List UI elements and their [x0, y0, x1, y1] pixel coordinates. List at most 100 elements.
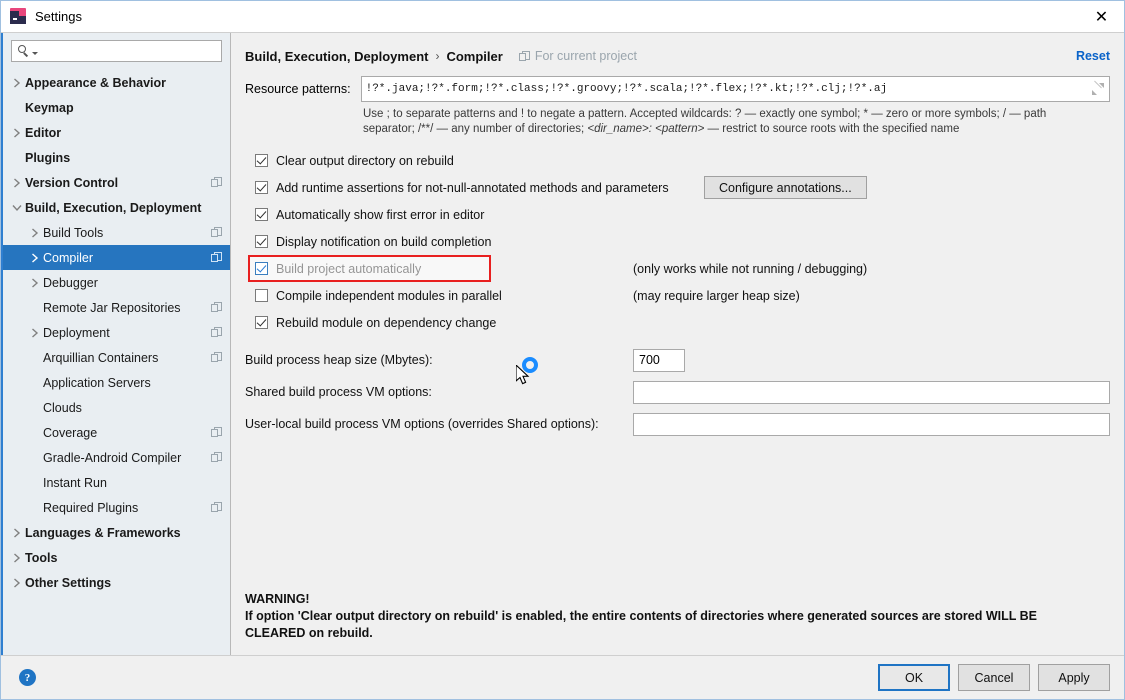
sidebar-item-editor[interactable]: Editor	[3, 120, 230, 145]
resource-patterns-help: Use ; to separate patterns and ! to nega…	[363, 107, 1103, 137]
project-scope-icon	[211, 227, 222, 238]
chevron-right-icon[interactable]	[27, 277, 43, 288]
option-row-compile-independent-modules-in-parallel[interactable]: Compile independent modules in parallel (…	[245, 282, 1110, 309]
sidebar-item-arquillian-containers[interactable]: Arquillian Containers	[3, 345, 230, 370]
sidebar-item-build-execution-deployment[interactable]: Build, Execution, Deployment	[3, 195, 230, 220]
warning-body: If option 'Clear output directory on reb…	[245, 609, 1037, 640]
checkbox-label-build-project-automatically[interactable]: Build project automatically	[276, 262, 421, 276]
checkbox-clear-output-directory-on-rebuild[interactable]	[255, 154, 268, 167]
checkbox-label-compile-independent-modules-in-parallel[interactable]: Compile independent modules in parallel	[276, 289, 502, 303]
sidebar-item-label: Clouds	[43, 400, 82, 415]
title-bar: Settings ✕	[1, 1, 1124, 32]
checkbox-label-rebuild-module-on-dependency-change[interactable]: Rebuild module on dependency change	[276, 316, 496, 330]
sidebar-item-label: Application Servers	[43, 375, 151, 390]
sidebar-item-deployment[interactable]: Deployment	[3, 320, 230, 345]
sidebar-item-remote-jar-repositories[interactable]: Remote Jar Repositories	[3, 295, 230, 320]
help-line-2: separator; /**/ — any number of director…	[363, 122, 1103, 137]
sidebar-item-languages-frameworks[interactable]: Languages & Frameworks	[3, 520, 230, 545]
option-row-add-runtime-assertions-for-not-null-annotated-methods-and-parameters[interactable]: Add runtime assertions for not-null-anno…	[245, 174, 1110, 201]
sidebar-item-label: Appearance & Behavior	[25, 75, 167, 90]
sidebar-item-compiler[interactable]: Compiler	[3, 245, 230, 270]
reset-link[interactable]: Reset	[1076, 49, 1110, 63]
expand-icon[interactable]	[1089, 80, 1107, 98]
sidebar-item-appearance-behavior[interactable]: Appearance & Behavior	[3, 70, 230, 95]
sidebar-item-build-tools[interactable]: Build Tools	[3, 220, 230, 245]
sidebar-item-label: Compiler	[43, 250, 94, 265]
chevron-right-icon[interactable]	[27, 227, 43, 238]
option-row-clear-output-directory-on-rebuild[interactable]: Clear output directory on rebuild	[245, 147, 1110, 174]
sidebar-item-application-servers[interactable]: Application Servers	[3, 370, 230, 395]
checkbox-label-add-runtime-assertions-for-not-null-annotated-methods-and-parameters[interactable]: Add runtime assertions for not-null-anno…	[276, 181, 669, 195]
project-scope-label: For current project	[534, 49, 637, 63]
chevron-right-icon[interactable]	[9, 77, 25, 88]
checkbox-label-automatically-show-first-error-in-editor[interactable]: Automatically show first error in editor	[276, 208, 484, 222]
resource-patterns-label: Resource patterns:	[245, 82, 351, 96]
chevron-down-icon[interactable]	[32, 51, 38, 55]
input-build-process-heap-size[interactable]: 700	[633, 348, 685, 372]
checkbox-add-runtime-assertions-for-not-null-annotated-methods-and-parameters[interactable]	[255, 181, 268, 194]
option-row-rebuild-module-on-dependency-change[interactable]: Rebuild module on dependency change	[245, 309, 1110, 336]
chevron-right-icon[interactable]	[9, 127, 25, 138]
help-line-2-italic: <dir_name>: <pattern>	[587, 123, 705, 135]
sidebar-item-label: Debugger	[43, 275, 98, 290]
sidebar-item-instant-run[interactable]: Instant Run	[3, 470, 230, 495]
chevron-right-icon[interactable]	[9, 577, 25, 588]
chevron-right-icon[interactable]	[9, 527, 25, 538]
sidebar-item-other-settings[interactable]: Other Settings	[3, 570, 230, 595]
apply-button[interactable]: Apply	[1038, 664, 1110, 691]
checkbox-build-project-automatically[interactable]	[255, 262, 268, 275]
help-line-1: Use ; to separate patterns and ! to nega…	[363, 108, 1047, 120]
chevron-right-icon[interactable]	[27, 252, 43, 263]
breadcrumb: Build, Execution, Deployment › Compiler …	[245, 41, 1110, 71]
checkbox-label-display-notification-on-build-completion[interactable]: Display notification on build completion	[276, 235, 491, 249]
sidebar-item-tools[interactable]: Tools	[3, 545, 230, 570]
sidebar-item-required-plugins[interactable]: Required Plugins	[3, 495, 230, 520]
sidebar-item-gradle-android-compiler[interactable]: Gradle-Android Compiler	[3, 445, 230, 470]
sidebar-item-debugger[interactable]: Debugger	[3, 270, 230, 295]
breadcrumb-root[interactable]: Build, Execution, Deployment	[245, 49, 428, 64]
search-box[interactable]	[11, 40, 222, 62]
checkbox-automatically-show-first-error-in-editor[interactable]	[255, 208, 268, 221]
settings-tree: Appearance & Behavior Keymap Editor Plugins…	[3, 68, 230, 655]
sidebar-item-label: Coverage	[43, 425, 98, 440]
field-row-user-local-build-process-vm-options: User-local build process VM options (ove…	[245, 408, 1110, 440]
sidebar-item-plugins[interactable]: Plugins	[3, 145, 230, 170]
field-row-build-process-heap-size: Build process heap size (Mbytes): 700	[245, 344, 1110, 376]
option-row-display-notification-on-build-completion[interactable]: Display notification on build completion	[245, 228, 1110, 255]
breadcrumb-leaf: Compiler	[446, 48, 503, 64]
resource-patterns-input[interactable]: !?*.java;!?*.form;!?*.class;!?*.groovy;!…	[360, 76, 1110, 102]
sidebar-item-clouds[interactable]: Clouds	[3, 395, 230, 420]
sidebar-item-label: Plugins	[25, 150, 71, 165]
checkbox-rebuild-module-on-dependency-change[interactable]	[255, 316, 268, 329]
checkbox-label-clear-output-directory-on-rebuild[interactable]: Clear output directory on rebuild	[276, 154, 454, 168]
input-shared-build-process-vm-options[interactable]	[633, 380, 1110, 404]
configure-annotations-button[interactable]: Configure annotations...	[704, 176, 867, 199]
settings-dialog: Settings ✕ Appearance & Behavior Keymap Ed…	[0, 0, 1125, 700]
close-icon[interactable]: ✕	[1079, 1, 1124, 31]
option-row-automatically-show-first-error-in-editor[interactable]: Automatically show first error in editor	[245, 201, 1110, 228]
help-line-2-pre: separator; /**/ — any number of director…	[363, 123, 588, 135]
chevron-right-icon[interactable]	[9, 552, 25, 563]
input-user-local-build-process-vm-options[interactable]	[633, 412, 1110, 436]
option-note-build-project-automatically: (only works while not running / debuggin…	[633, 261, 868, 276]
chevron-down-icon[interactable]	[9, 204, 25, 212]
checkbox-display-notification-on-build-completion[interactable]	[255, 235, 268, 248]
chevron-right-icon[interactable]	[27, 327, 43, 338]
field-label-shared-build-process-vm-options: Shared build process VM options:	[245, 385, 432, 399]
search-input[interactable]	[42, 43, 217, 59]
sidebar-item-label: Required Plugins	[43, 500, 139, 515]
help-icon[interactable]: ?	[19, 669, 36, 686]
option-row-build-project-automatically[interactable]: Build project automatically (only works w…	[245, 255, 1110, 282]
ok-button[interactable]: OK	[878, 664, 950, 691]
cancel-button[interactable]: Cancel	[958, 664, 1030, 691]
sidebar-item-label: Instant Run	[43, 475, 107, 490]
sidebar-item-version-control[interactable]: Version Control	[3, 170, 230, 195]
sidebar-item-keymap[interactable]: Keymap	[3, 95, 230, 120]
sidebar-item-label: Other Settings	[25, 575, 112, 590]
sidebar-item-label: Arquillian Containers	[43, 350, 159, 365]
sidebar-item-coverage[interactable]: Coverage	[3, 420, 230, 445]
checkbox-compile-independent-modules-in-parallel[interactable]	[255, 289, 268, 302]
resource-patterns-value: !?*.java;!?*.form;!?*.class;!?*.groovy;!…	[365, 83, 888, 95]
project-scope-icon	[211, 252, 222, 263]
chevron-right-icon[interactable]	[9, 177, 25, 188]
